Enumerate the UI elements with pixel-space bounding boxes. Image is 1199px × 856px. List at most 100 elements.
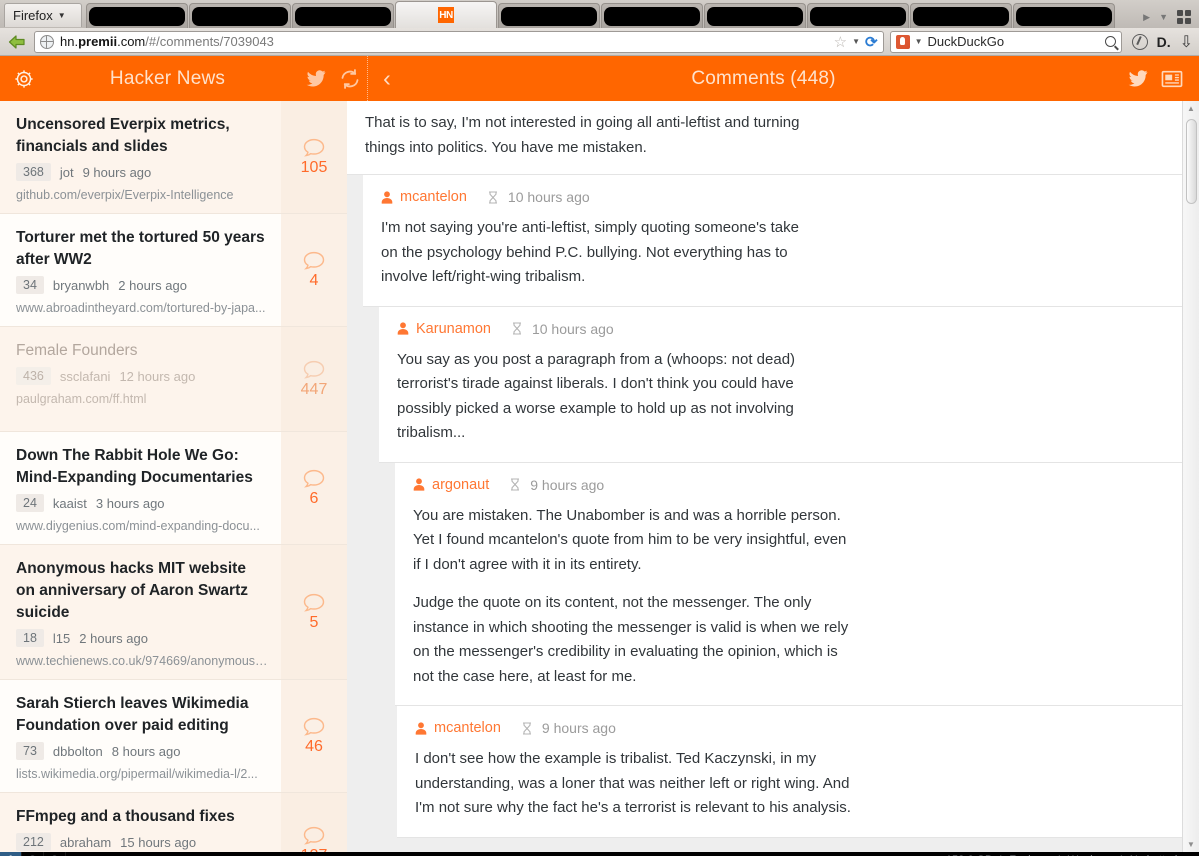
list-item[interactable]: Sarah Stierch leaves Wikimedia Foundatio… — [0, 680, 347, 793]
story-title[interactable]: FFmpeg and a thousand fixes — [16, 806, 269, 828]
hourglass-icon — [512, 322, 521, 335]
list-all-tabs-icon[interactable]: ▼ — [1159, 12, 1168, 22]
back-chevron-icon[interactable]: ‹ — [368, 56, 406, 101]
comment-bubble-icon — [303, 717, 325, 736]
no-script-icon[interactable] — [1131, 33, 1148, 50]
story-comment-count[interactable]: 4 — [281, 214, 347, 326]
tab-groups-icon[interactable] — [1177, 10, 1191, 24]
browser-tab[interactable] — [86, 3, 188, 28]
reload-icon[interactable]: ⟳ — [865, 33, 878, 51]
firefox-menu-label: Firefox — [13, 8, 53, 23]
reader-view-icon[interactable] — [1155, 56, 1189, 101]
comment-count-number: 4 — [309, 271, 319, 289]
story-author: ssclafani — [59, 368, 111, 384]
search-bar[interactable]: ▼ DuckDuckGo — [889, 30, 1122, 53]
workspace-button-3[interactable]: 3 — [44, 852, 66, 856]
story-meta: 73 dbbolton 8 hours ago — [16, 742, 269, 760]
desktop-taskbar: 1 2 3 152.6 GB | Fx down | Wy down | No … — [0, 852, 1199, 856]
workspace-button-2[interactable]: 2 — [22, 852, 44, 856]
hn-favicon-icon: HN — [438, 7, 454, 23]
redacted-tab-title — [1016, 7, 1112, 26]
download-icon[interactable]: ⇩ — [1180, 32, 1193, 52]
story-comment-count[interactable]: 105 — [281, 101, 347, 213]
twitter-icon[interactable] — [1121, 56, 1155, 101]
story-age: 2 hours ago — [118, 277, 187, 293]
list-item[interactable]: Anonymous hacks MIT website on anniversa… — [0, 545, 347, 680]
story-points: 212 — [16, 833, 51, 851]
search-icon[interactable] — [1104, 36, 1116, 47]
list-item[interactable]: FFmpeg and a thousand fixes 212 abraham … — [0, 793, 347, 852]
chevron-down-icon: ▼ — [57, 11, 66, 20]
story-title[interactable]: Down The Rabbit Hole We Go: Mind-Expandi… — [16, 445, 269, 489]
comment-body: I'm not saying you're anti-leftist, simp… — [381, 216, 1181, 290]
comment-header: mcantelon 10 hours ago — [381, 189, 1181, 205]
comment-item[interactable]: Karunamon 10 hours ago You say as you po… — [379, 306, 1199, 463]
hacker-news-app: Hacker News ‹ Comments (448) Uncensored … — [0, 56, 1199, 852]
browser-tab[interactable] — [807, 3, 909, 28]
browser-tab-active-hn[interactable]: HN — [395, 1, 497, 28]
comment-author[interactable]: argonaut — [432, 477, 489, 493]
back-arrow-icon[interactable] — [6, 33, 28, 51]
browser-chrome: Firefox ▼ HN ▶ ▼ hn.premii.com/#/comment… — [0, 0, 1199, 56]
browser-tab[interactable] — [601, 3, 703, 28]
comment-item[interactable]: mcantelon 9 hours ago I don't see how th… — [397, 706, 1199, 838]
story-title[interactable]: Anonymous hacks MIT website on anniversa… — [16, 558, 269, 624]
comment-count-number: 447 — [300, 380, 328, 398]
chevron-down-icon[interactable]: ▼ — [852, 37, 860, 46]
list-item[interactable]: Torturer met the tortured 50 years after… — [0, 214, 347, 327]
comments-scrollbar[interactable]: ▲ ▼ — [1182, 101, 1199, 852]
navigation-toolbar: hn.premii.com/#/comments/7039043 ☆ ▼ ⟳ ▼… — [0, 28, 1199, 56]
comment-timestamp-group: 9 hours ago — [508, 720, 616, 736]
story-age: 12 hours ago — [119, 368, 196, 384]
browser-tab[interactable] — [1013, 3, 1115, 28]
comment-author[interactable]: Karunamon — [416, 321, 491, 337]
list-item[interactable]: Female Founders 436 ssclafani 12 hours a… — [0, 327, 347, 432]
story-url: github.com/everpix/Everpix-Intelligence — [16, 188, 234, 202]
scrollbar-thumb[interactable] — [1185, 119, 1197, 204]
comment-body: That is to say, I'm not interested in go… — [365, 111, 1181, 160]
story-comment-count[interactable]: 5 — [281, 545, 347, 679]
user-icon — [381, 190, 393, 204]
bookmark-star-icon[interactable]: ☆ — [834, 33, 847, 51]
firefox-app-menu-button[interactable]: Firefox ▼ — [4, 3, 82, 27]
list-item[interactable]: Down The Rabbit Hole We Go: Mind-Expandi… — [0, 432, 347, 545]
addon-d-icon[interactable]: D. — [1157, 34, 1171, 50]
twitter-icon[interactable] — [299, 56, 333, 101]
list-item[interactable]: Uncensored Everpix metrics, financials a… — [0, 101, 347, 214]
story-title[interactable]: Female Founders — [16, 340, 269, 362]
story-comment-count[interactable]: 46 — [281, 680, 347, 792]
comment-time: 10 hours ago — [531, 320, 614, 337]
url-bar[interactable]: hn.premii.com/#/comments/7039043 ☆ ▼ ⟳ — [34, 30, 884, 53]
story-points: 73 — [16, 742, 44, 760]
story-title[interactable]: Sarah Stierch leaves Wikimedia Foundatio… — [16, 693, 269, 737]
comment-item[interactable]: argonaut 9 hours ago You are mistaken. T… — [395, 462, 1199, 706]
chevron-down-icon[interactable]: ▼ — [915, 37, 923, 46]
browser-tab[interactable] — [189, 3, 291, 28]
story-title[interactable]: Uncensored Everpix metrics, financials a… — [16, 114, 269, 158]
browser-tab[interactable] — [704, 3, 806, 28]
story-comment-count[interactable]: 447 — [281, 327, 347, 431]
browser-tab[interactable] — [910, 3, 1012, 28]
story-url: www.abroadintheyard.com/tortured-by-japa… — [16, 301, 266, 315]
comments-panel[interactable]: That is to say, I'm not interested in go… — [347, 56, 1199, 852]
refresh-icon[interactable] — [333, 56, 367, 101]
comment-author[interactable]: mcantelon — [434, 720, 501, 736]
story-points: 24 — [16, 494, 44, 512]
scroll-down-icon[interactable]: ▼ — [1184, 837, 1199, 852]
browser-tab[interactable] — [498, 3, 600, 28]
gear-icon[interactable] — [12, 67, 36, 91]
workspace-button-1[interactable]: 1 — [0, 852, 22, 856]
scroll-up-icon[interactable]: ▲ — [1184, 101, 1199, 116]
story-list-sidebar[interactable]: Uncensored Everpix metrics, financials a… — [0, 56, 347, 852]
story-author: abraham — [59, 834, 112, 850]
workspace-switcher: 1 2 3 — [0, 852, 66, 856]
browser-tab[interactable] — [292, 3, 394, 28]
scroll-tabs-right-icon[interactable]: ▶ — [1143, 12, 1150, 23]
comment-item[interactable]: mcantelon 10 hours ago I'm not saying yo… — [363, 175, 1199, 307]
story-comment-count[interactable]: 6 — [281, 432, 347, 544]
story-content: FFmpeg and a thousand fixes 212 abraham … — [0, 793, 281, 852]
story-age: 2 hours ago — [79, 630, 148, 646]
story-title[interactable]: Torturer met the tortured 50 years after… — [16, 227, 269, 271]
comment-author[interactable]: mcantelon — [400, 189, 467, 205]
story-comment-count[interactable]: 127 — [281, 793, 347, 852]
